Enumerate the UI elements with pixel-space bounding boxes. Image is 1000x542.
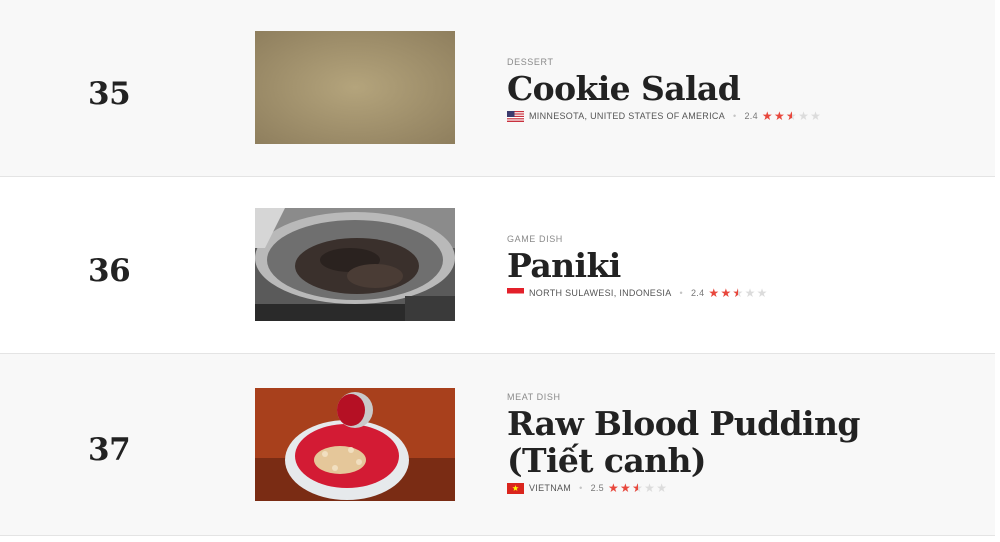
star-full-icon: ★ (773, 109, 786, 123)
category-label: MEAT DISH (507, 392, 561, 402)
cookie-salad-image (255, 31, 455, 144)
dish-title[interactable]: Cookie Salad (507, 70, 947, 107)
star-half-icon: ★ (786, 110, 797, 122)
rank-number: 35 (88, 76, 131, 112)
location-link[interactable]: NORTH SULAWESI, INDONESIA (529, 288, 672, 298)
star-half-icon: ★ (733, 287, 744, 299)
vietnam-flag-icon (507, 482, 524, 494)
rating-value: 2.4 (744, 111, 758, 121)
star-rating: ★ ★ ★ ★ ★ (608, 482, 668, 494)
separator-dot: • (733, 111, 737, 121)
list-item[interactable]: 36 GAME DISH Paniki NORTH SULAWESI, INDO… (0, 177, 995, 354)
location-link[interactable]: MINNESOTA, UNITED STATES OF AMERICA (529, 111, 725, 121)
star-rating: ★ ★ ★ ★ ★ (708, 287, 768, 299)
star-empty-icon: ★ (656, 481, 668, 495)
star-empty-icon: ★ (810, 109, 822, 123)
dish-meta: MINNESOTA, UNITED STATES OF AMERICA • 2.… (507, 109, 947, 123)
star-full-icon: ★ (761, 109, 773, 123)
usa-flag-icon (507, 110, 524, 122)
list-item[interactable]: 35 DESSERT Cookie Salad MINNESOTA, UNITE… (0, 0, 995, 177)
star-empty-icon: ★ (744, 286, 756, 300)
star-empty-icon: ★ (644, 481, 656, 495)
separator-dot: • (579, 483, 583, 493)
indonesia-flag-icon (507, 287, 524, 299)
star-rating: ★ ★ ★ ★ ★ (762, 110, 822, 122)
dish-image[interactable] (255, 388, 455, 501)
dish-meta: NORTH SULAWESI, INDONESIA • 2.4 ★ ★ ★ ★ … (507, 286, 947, 300)
list-item[interactable]: 37 MEAT DISH Raw Blood Pudding (Tiết can… (0, 354, 995, 536)
star-full-icon: ★ (708, 286, 720, 300)
raw-blood-pudding-image (255, 388, 455, 501)
star-full-icon: ★ (720, 286, 732, 300)
rank-number: 37 (88, 432, 131, 468)
paniki-image (255, 208, 455, 321)
dish-ranking-list: 35 DESSERT Cookie Salad MINNESOTA, UNITE… (0, 0, 1000, 542)
rating-value: 2.5 (590, 483, 604, 493)
category-label: DESSERT (507, 57, 554, 67)
rank-number: 36 (88, 253, 131, 289)
star-empty-icon: ★ (798, 109, 810, 123)
dish-title[interactable]: Raw Blood Pudding (Tiết canh) (507, 405, 927, 479)
star-full-icon: ★ (607, 481, 620, 495)
dish-image[interactable] (255, 208, 455, 321)
dish-image[interactable] (255, 31, 455, 144)
star-full-icon: ★ (620, 481, 632, 495)
category-label: GAME DISH (507, 234, 563, 244)
location-link[interactable]: VIETNAM (529, 483, 571, 493)
dish-title[interactable]: Paniki (507, 247, 947, 284)
star-empty-icon: ★ (756, 286, 768, 300)
separator-dot: • (679, 288, 683, 298)
dish-meta: VIETNAM • 2.5 ★ ★ ★ ★ ★ (507, 481, 947, 495)
rating-value: 2.4 (690, 288, 705, 298)
star-half-icon: ★ (632, 482, 643, 494)
